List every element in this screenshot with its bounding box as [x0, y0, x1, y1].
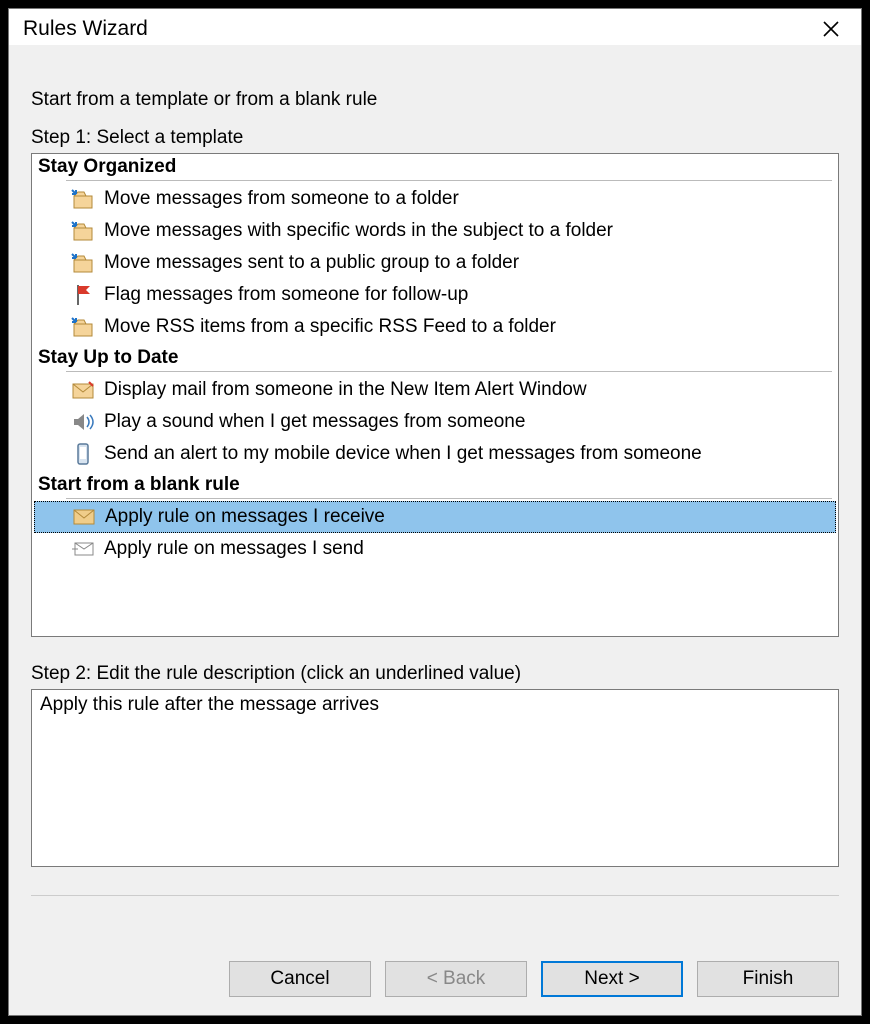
group-stay-uptodate: Stay Up to Date	[38, 347, 832, 369]
folder-move-icon	[68, 186, 98, 212]
next-button[interactable]: Next >	[541, 961, 683, 997]
template-apply-send[interactable]: Apply rule on messages I send	[38, 533, 832, 565]
speaker-icon	[68, 409, 98, 435]
template-move-public-group[interactable]: Move messages sent to a public group to …	[38, 247, 832, 279]
template-label: Move messages from someone to a folder	[104, 188, 459, 210]
rule-description-box[interactable]: Apply this rule after the message arrive…	[31, 689, 839, 867]
template-listbox: Stay Organized Move messages from someon…	[31, 153, 839, 637]
instruction-text: Start from a template or from a blank ru…	[31, 89, 839, 111]
divider	[66, 371, 832, 372]
template-label: Display mail from someone in the New Ite…	[104, 379, 587, 401]
template-label: Flag messages from someone for follow-up	[104, 284, 468, 306]
footer-divider	[31, 895, 839, 896]
template-apply-receive[interactable]: Apply rule on messages I receive	[34, 501, 836, 533]
template-label: Apply rule on messages I receive	[105, 506, 385, 528]
rule-description-text: Apply this rule after the message arrive…	[40, 694, 379, 715]
dialog-title: Rules Wizard	[23, 17, 148, 41]
flag-icon	[68, 282, 98, 308]
close-button[interactable]	[811, 15, 851, 43]
folder-move-icon	[68, 314, 98, 340]
finish-button[interactable]: Finish	[697, 961, 839, 997]
folder-move-icon	[68, 250, 98, 276]
template-label: Move RSS items from a specific RSS Feed …	[104, 316, 556, 338]
template-display-alert[interactable]: Display mail from someone in the New Ite…	[38, 374, 832, 406]
step2-label: Step 2: Edit the rule description (click…	[31, 663, 839, 685]
template-label: Apply rule on messages I send	[104, 538, 364, 560]
divider	[66, 180, 832, 181]
dialog-content: Start from a template or from a blank ru…	[9, 45, 861, 947]
titlebar: Rules Wizard	[9, 9, 861, 45]
back-button[interactable]: < Back	[385, 961, 527, 997]
mobile-icon	[68, 441, 98, 467]
envelope-out-icon	[68, 536, 98, 562]
template-flag-followup[interactable]: Flag messages from someone for follow-up	[38, 279, 832, 311]
group-blank-rule: Start from a blank rule	[38, 474, 832, 496]
template-play-sound[interactable]: Play a sound when I get messages from so…	[38, 406, 832, 438]
template-label: Move messages sent to a public group to …	[104, 252, 519, 274]
cancel-button[interactable]: Cancel	[229, 961, 371, 997]
template-label: Send an alert to my mobile device when I…	[104, 443, 702, 465]
template-move-words-subject[interactable]: Move messages with specific words in the…	[38, 215, 832, 247]
template-label: Move messages with specific words in the…	[104, 220, 613, 242]
template-move-from-someone[interactable]: Move messages from someone to a folder	[38, 183, 832, 215]
close-icon	[821, 19, 841, 39]
template-move-rss[interactable]: Move RSS items from a specific RSS Feed …	[38, 311, 832, 343]
envelope-icon	[69, 504, 99, 530]
step1-label: Step 1: Select a template	[31, 127, 839, 149]
group-stay-organized: Stay Organized	[38, 156, 832, 178]
template-mobile-alert[interactable]: Send an alert to my mobile device when I…	[38, 438, 832, 470]
folder-move-icon	[68, 218, 98, 244]
button-row: Cancel < Back Next > Finish	[9, 947, 861, 1015]
divider	[66, 498, 832, 499]
template-label: Play a sound when I get messages from so…	[104, 411, 525, 433]
rules-wizard-dialog: Rules Wizard Start from a template or fr…	[8, 8, 862, 1016]
mail-alert-icon	[68, 377, 98, 403]
